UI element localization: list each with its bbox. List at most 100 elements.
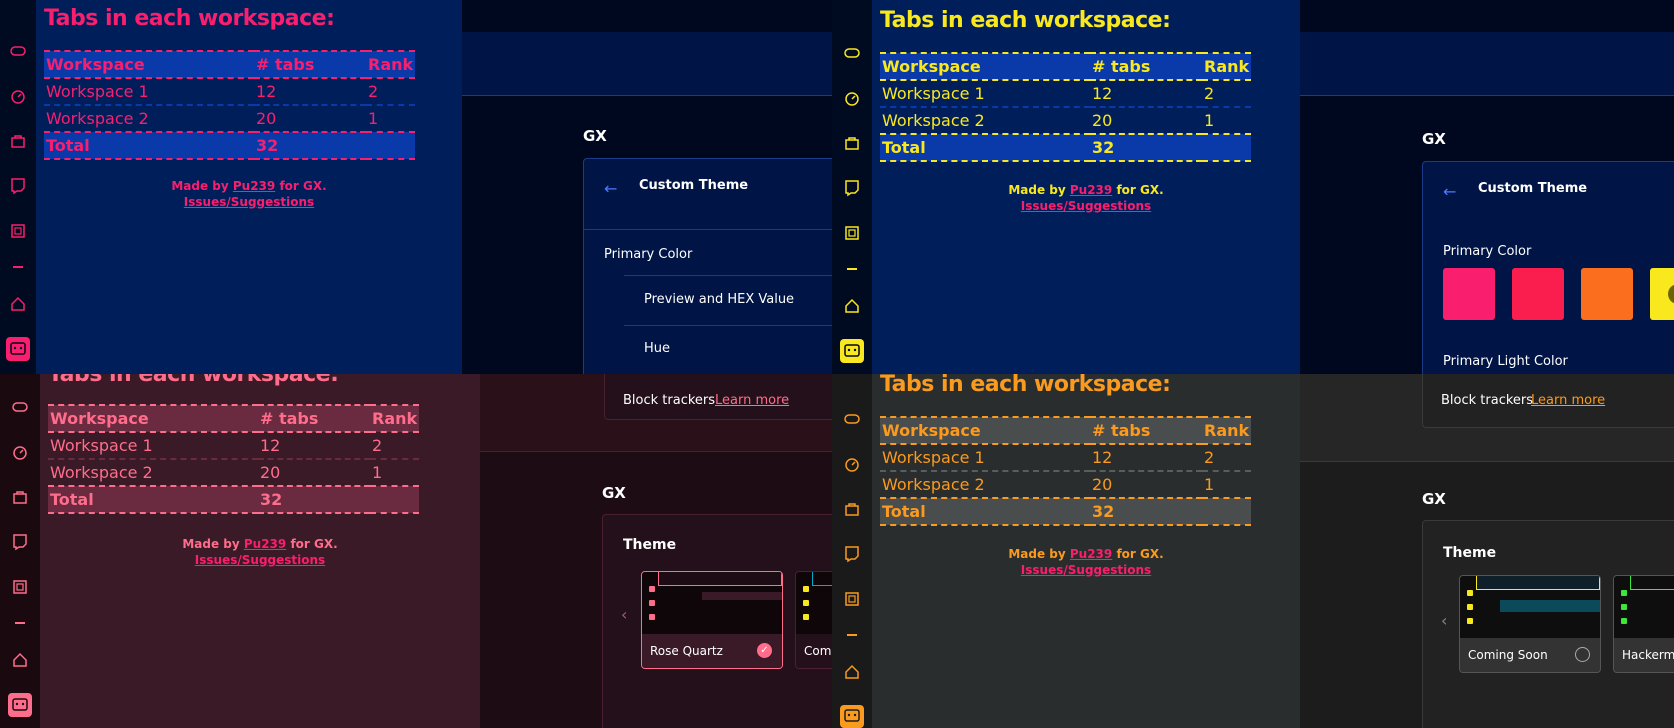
section-label: GX [1422, 130, 1446, 148]
cpu-icon[interactable] [843, 590, 861, 608]
preview-dot [1467, 618, 1473, 624]
author-link[interactable]: Pu239 [233, 179, 275, 193]
gx-player-icon[interactable] [840, 704, 864, 728]
twitch-icon[interactable] [843, 545, 861, 563]
preview-hex-item[interactable]: Preview and HEX Value [644, 292, 794, 307]
cpu-icon[interactable] [843, 224, 861, 242]
cell-workspace: Workspace 2 [882, 111, 985, 130]
preview-dot [803, 614, 809, 620]
gx-player-icon[interactable] [840, 339, 864, 363]
col-rank: Rank [1204, 57, 1250, 76]
shopping-bag-icon[interactable] [843, 500, 861, 518]
settings-header [1300, 32, 1674, 96]
theme-card: Theme ‹ Rose Quartz ✓ Com [602, 514, 832, 728]
twitch-icon[interactable] [9, 177, 27, 195]
radio-icon[interactable] [1575, 647, 1590, 662]
cell-rank: 2 [372, 436, 383, 455]
primary-color-label: Primary Color [1443, 244, 1532, 259]
cpu-icon[interactable] [11, 578, 29, 596]
cell-rank: 2 [1204, 448, 1215, 467]
shopping-bag-icon[interactable] [843, 134, 861, 152]
shopping-bag-icon[interactable] [11, 488, 29, 506]
issues-link[interactable]: Issues/Suggestions [1021, 563, 1151, 577]
credits-text: for GX. [290, 537, 338, 551]
table-row: Workspace 1 12 2 [48, 432, 420, 459]
panel-blue-yellow: Tabs in each workspace: Workspace # tabs… [832, 0, 1674, 374]
gamepad-icon[interactable] [843, 44, 861, 62]
workspace-extension-panel: Tabs in each workspace: Workspace # tabs… [36, 0, 462, 374]
cell-tabs: 12 [1092, 448, 1113, 467]
author-link[interactable]: Pu239 [1070, 547, 1112, 561]
total-row: Total 32 [880, 498, 1252, 525]
author-link[interactable]: Pu239 [244, 537, 286, 551]
twitch-icon[interactable] [843, 179, 861, 197]
gamepad-icon[interactable] [11, 398, 29, 416]
preview-dot [649, 614, 655, 620]
credits: Made by Pu239 for GX. Issues/Suggestions [40, 536, 480, 568]
gamepad-icon[interactable] [9, 42, 27, 60]
selected-check-icon: ✓ [757, 643, 772, 658]
preview-dot [1621, 618, 1627, 624]
home-icon[interactable] [843, 663, 861, 681]
theme-option-coming-soon[interactable]: Com [795, 571, 832, 669]
back-arrow-icon[interactable]: ← [604, 179, 617, 198]
total-row: Total 32 [880, 134, 1252, 161]
back-arrow-icon[interactable]: ← [1443, 182, 1456, 201]
theme-option-coming-soon[interactable]: Coming Soon [1459, 575, 1601, 673]
preview-bar [702, 592, 782, 600]
learn-more-link[interactable]: Learn more [715, 393, 789, 408]
workspace-table: Workspace # tabs Rank Workspace 1 12 2 W… [880, 416, 1252, 526]
col-tabs: # tabs [1092, 421, 1151, 440]
gx-player-icon[interactable] [6, 337, 30, 361]
col-workspace: Workspace [882, 57, 981, 76]
preview-dot [803, 600, 809, 606]
table-row: Workspace 2 20 1 [44, 105, 416, 132]
cell-rank: 1 [1204, 475, 1215, 494]
divider [624, 275, 832, 276]
preview-dot [649, 600, 655, 606]
col-workspace: Workspace [46, 55, 145, 74]
page-title: Tabs in each workspace: [48, 374, 339, 387]
workspace-extension-panel: Tabs in each workspace: Workspace # tabs… [40, 374, 480, 728]
rail-divider [847, 634, 857, 636]
chevron-left-icon[interactable]: ‹ [1441, 611, 1447, 630]
chevron-left-icon[interactable]: ‹ [621, 605, 627, 624]
cell-rank: 2 [1204, 84, 1215, 103]
home-icon[interactable] [9, 295, 27, 313]
color-swatch[interactable] [1443, 268, 1495, 320]
shopping-bag-icon[interactable] [9, 132, 27, 150]
color-swatch[interactable] [1512, 268, 1564, 320]
learn-more-link[interactable]: Learn more [1531, 393, 1605, 408]
top-bar [462, 0, 832, 32]
col-workspace: Workspace [882, 421, 981, 440]
speedometer-icon[interactable] [843, 89, 861, 107]
twitch-icon[interactable] [11, 533, 29, 551]
hue-item[interactable]: Hue [644, 341, 670, 356]
cell-tabs: 12 [260, 436, 281, 455]
theme-option-rose-quartz[interactable]: Rose Quartz ✓ [641, 571, 783, 669]
speedometer-icon[interactable] [9, 87, 27, 105]
col-tabs: # tabs [260, 409, 319, 428]
cpu-icon[interactable] [9, 222, 27, 240]
speedometer-icon[interactable] [843, 455, 861, 473]
issues-link[interactable]: Issues/Suggestions [195, 553, 325, 567]
color-swatch[interactable] [1581, 268, 1633, 320]
author-link[interactable]: Pu239 [1070, 183, 1112, 197]
theme-option-hackerman[interactable]: Hackerma [1613, 575, 1674, 673]
speedometer-icon[interactable] [11, 443, 29, 461]
home-icon[interactable] [843, 297, 861, 315]
table-header: Workspace # tabs Rank [880, 417, 1252, 444]
cell-workspace: Workspace 1 [50, 436, 153, 455]
issues-link[interactable]: Issues/Suggestions [1021, 199, 1151, 213]
gamepad-icon[interactable] [843, 410, 861, 428]
color-swatch-selected[interactable]: ✓ [1650, 268, 1674, 320]
credits-text: Made by [171, 179, 229, 193]
cell-tabs: 20 [1092, 111, 1113, 130]
home-icon[interactable] [11, 651, 29, 669]
preview-dot [1621, 590, 1627, 596]
cell-total-label: Total [50, 490, 94, 509]
credits-text: for GX. [1116, 183, 1164, 197]
primary-color-label[interactable]: Primary Color [604, 247, 692, 262]
gx-player-icon[interactable] [8, 693, 32, 717]
issues-link[interactable]: Issues/Suggestions [184, 195, 314, 209]
